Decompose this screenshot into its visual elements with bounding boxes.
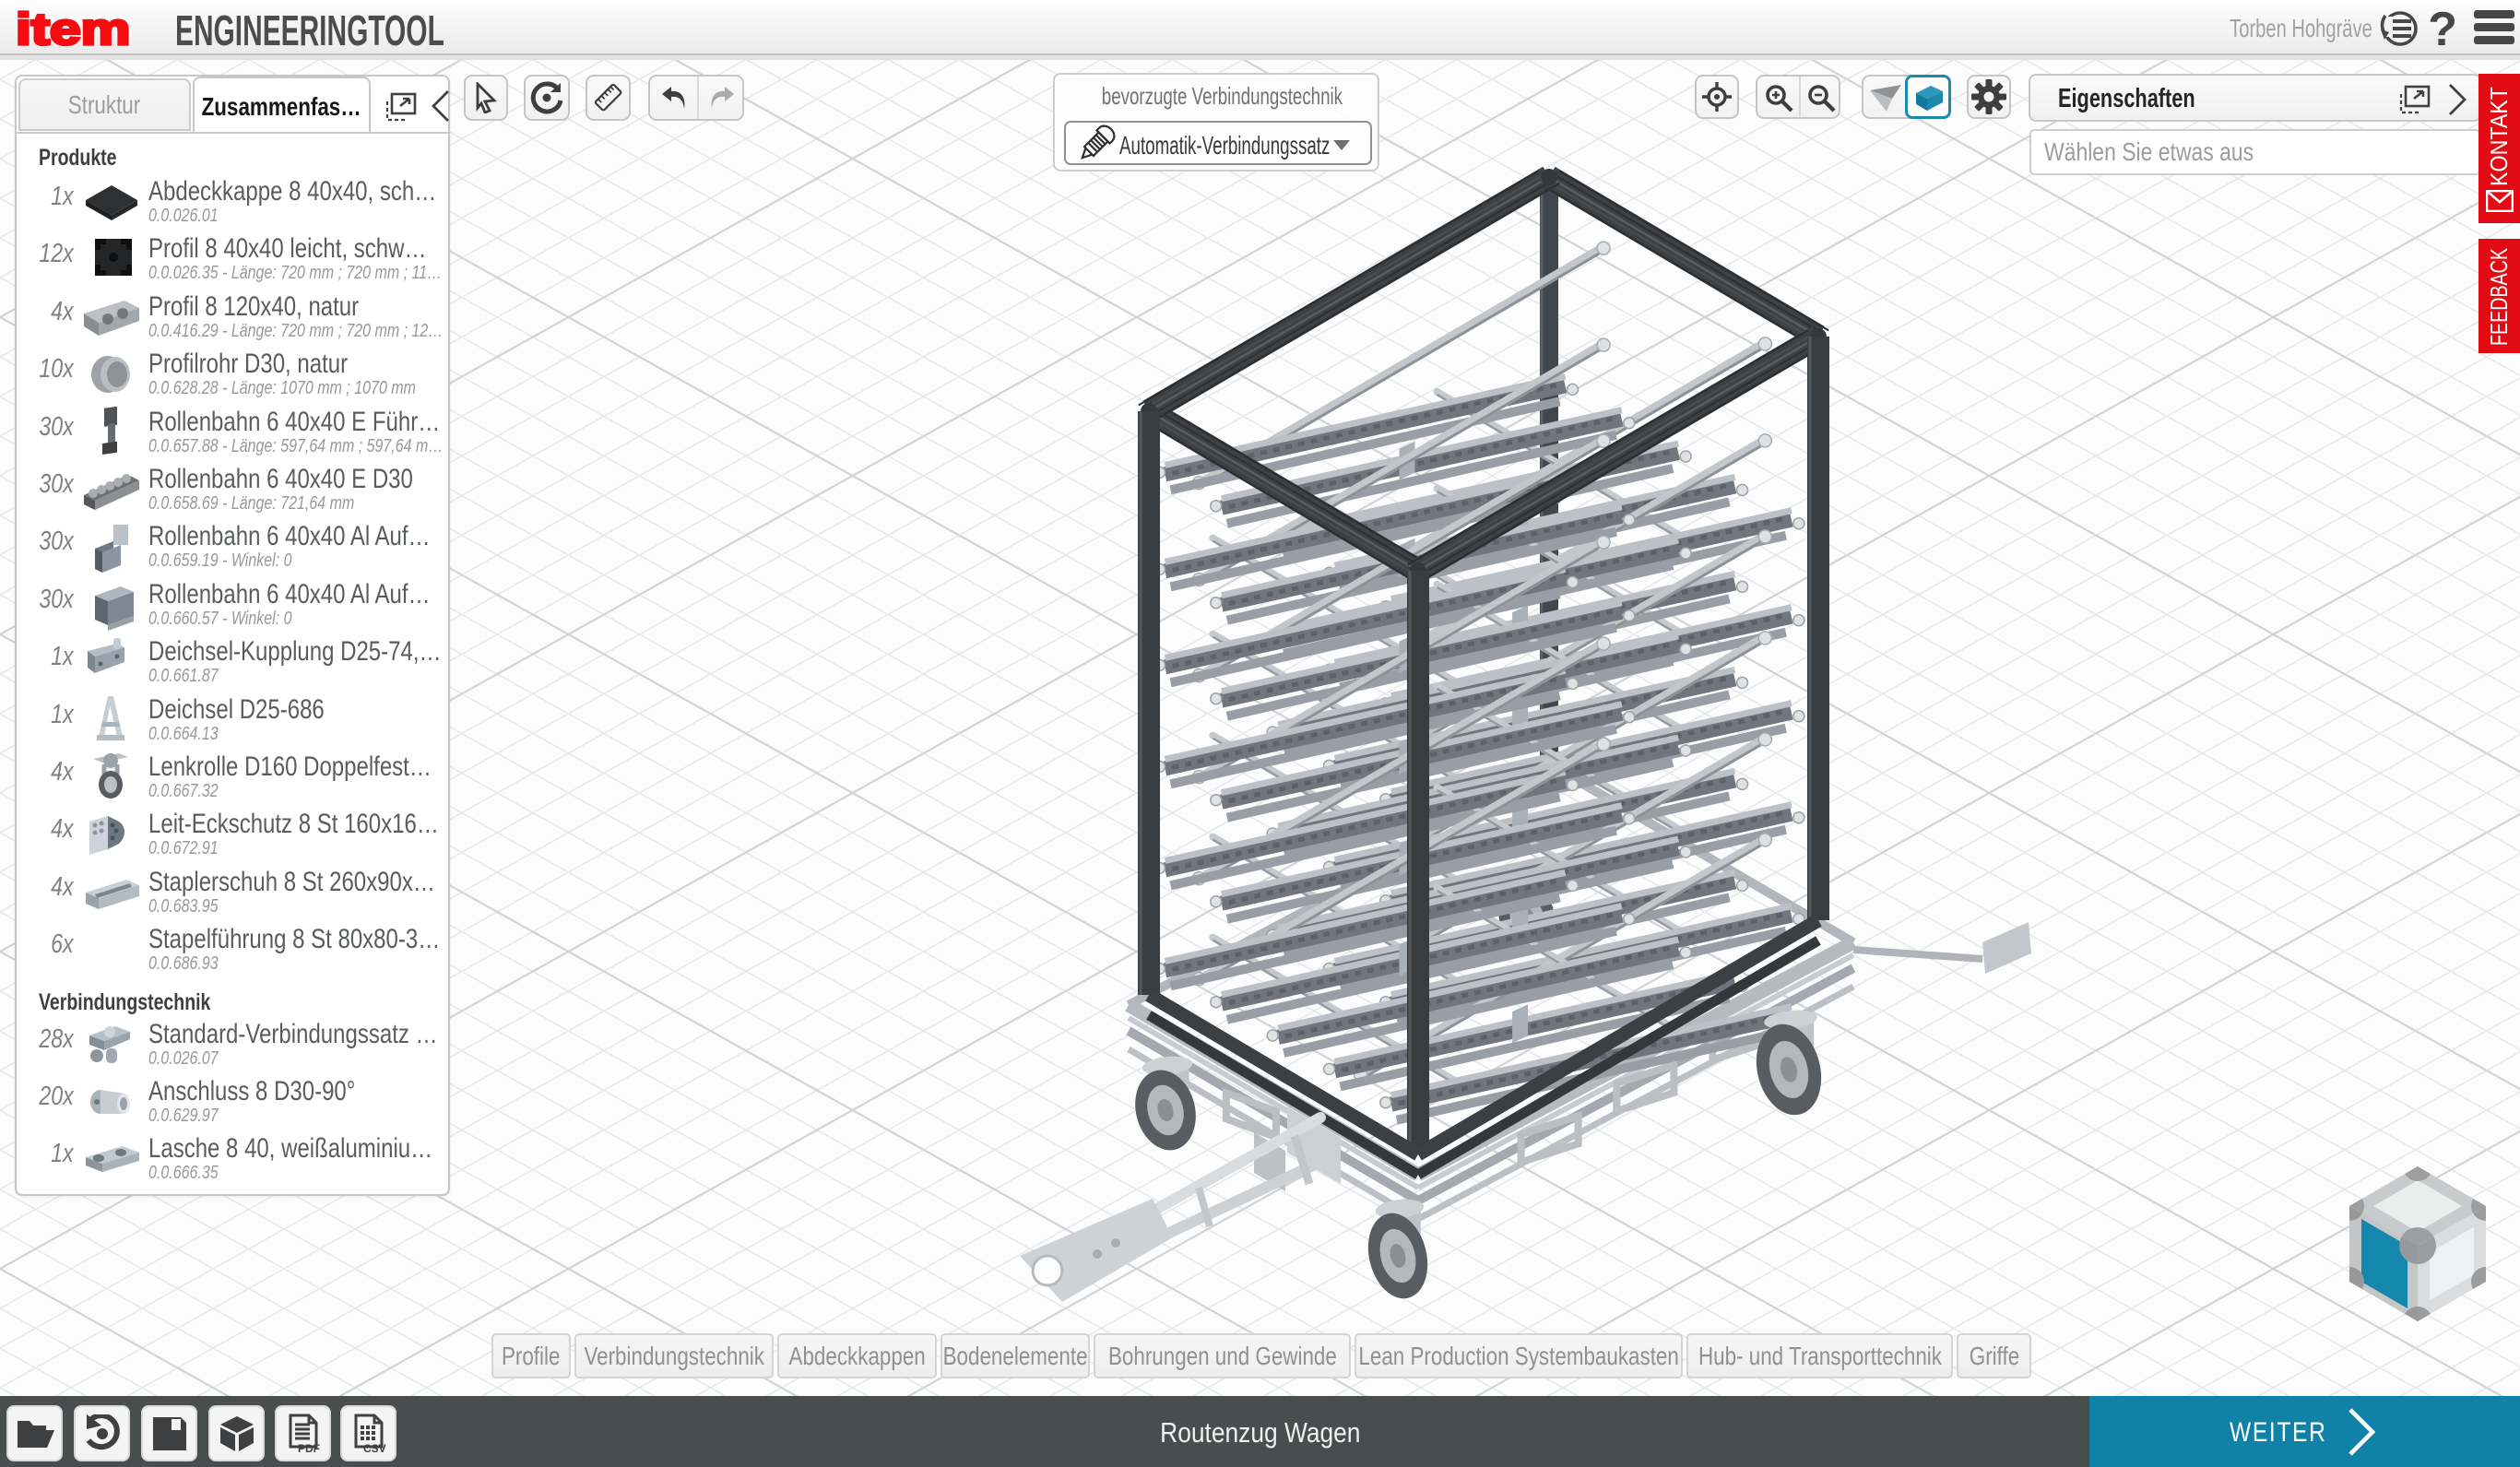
svg-text:KONTAKT: KONTAKT: [2485, 87, 2513, 186]
svg-text:FEEDBACK: FEEDBACK: [2485, 248, 2513, 346]
